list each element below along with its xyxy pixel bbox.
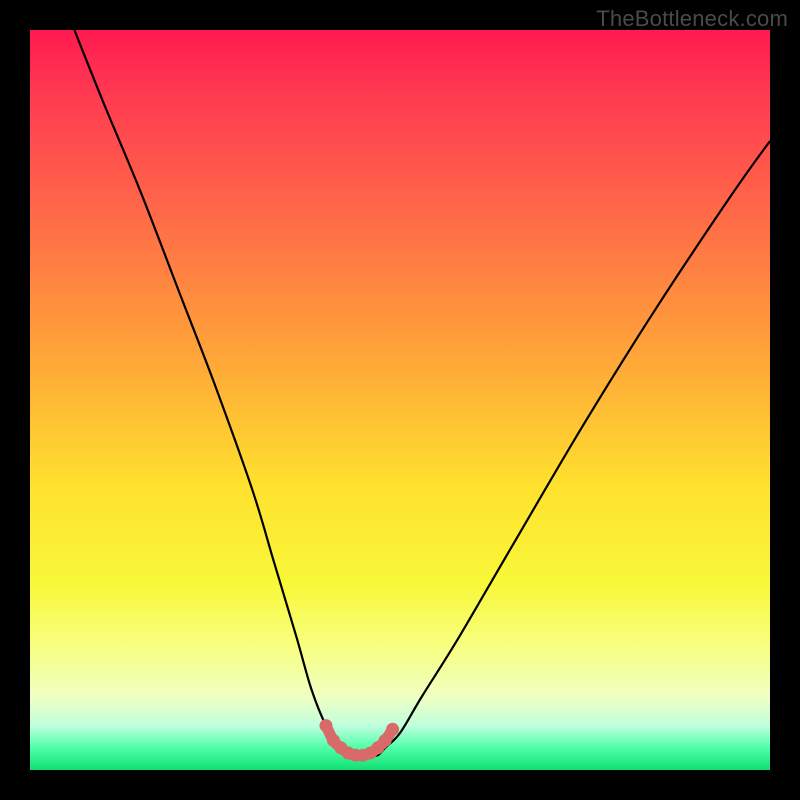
- chart-svg: [30, 30, 770, 770]
- valley-marker-dots: [320, 719, 400, 762]
- valley-marker-dot: [379, 734, 392, 747]
- watermark-text: TheBottleneck.com: [596, 6, 788, 32]
- bottleneck-curve: [74, 30, 770, 756]
- valley-marker-dot: [386, 723, 399, 736]
- plot-area: [30, 30, 770, 770]
- valley-marker-dot: [320, 719, 333, 732]
